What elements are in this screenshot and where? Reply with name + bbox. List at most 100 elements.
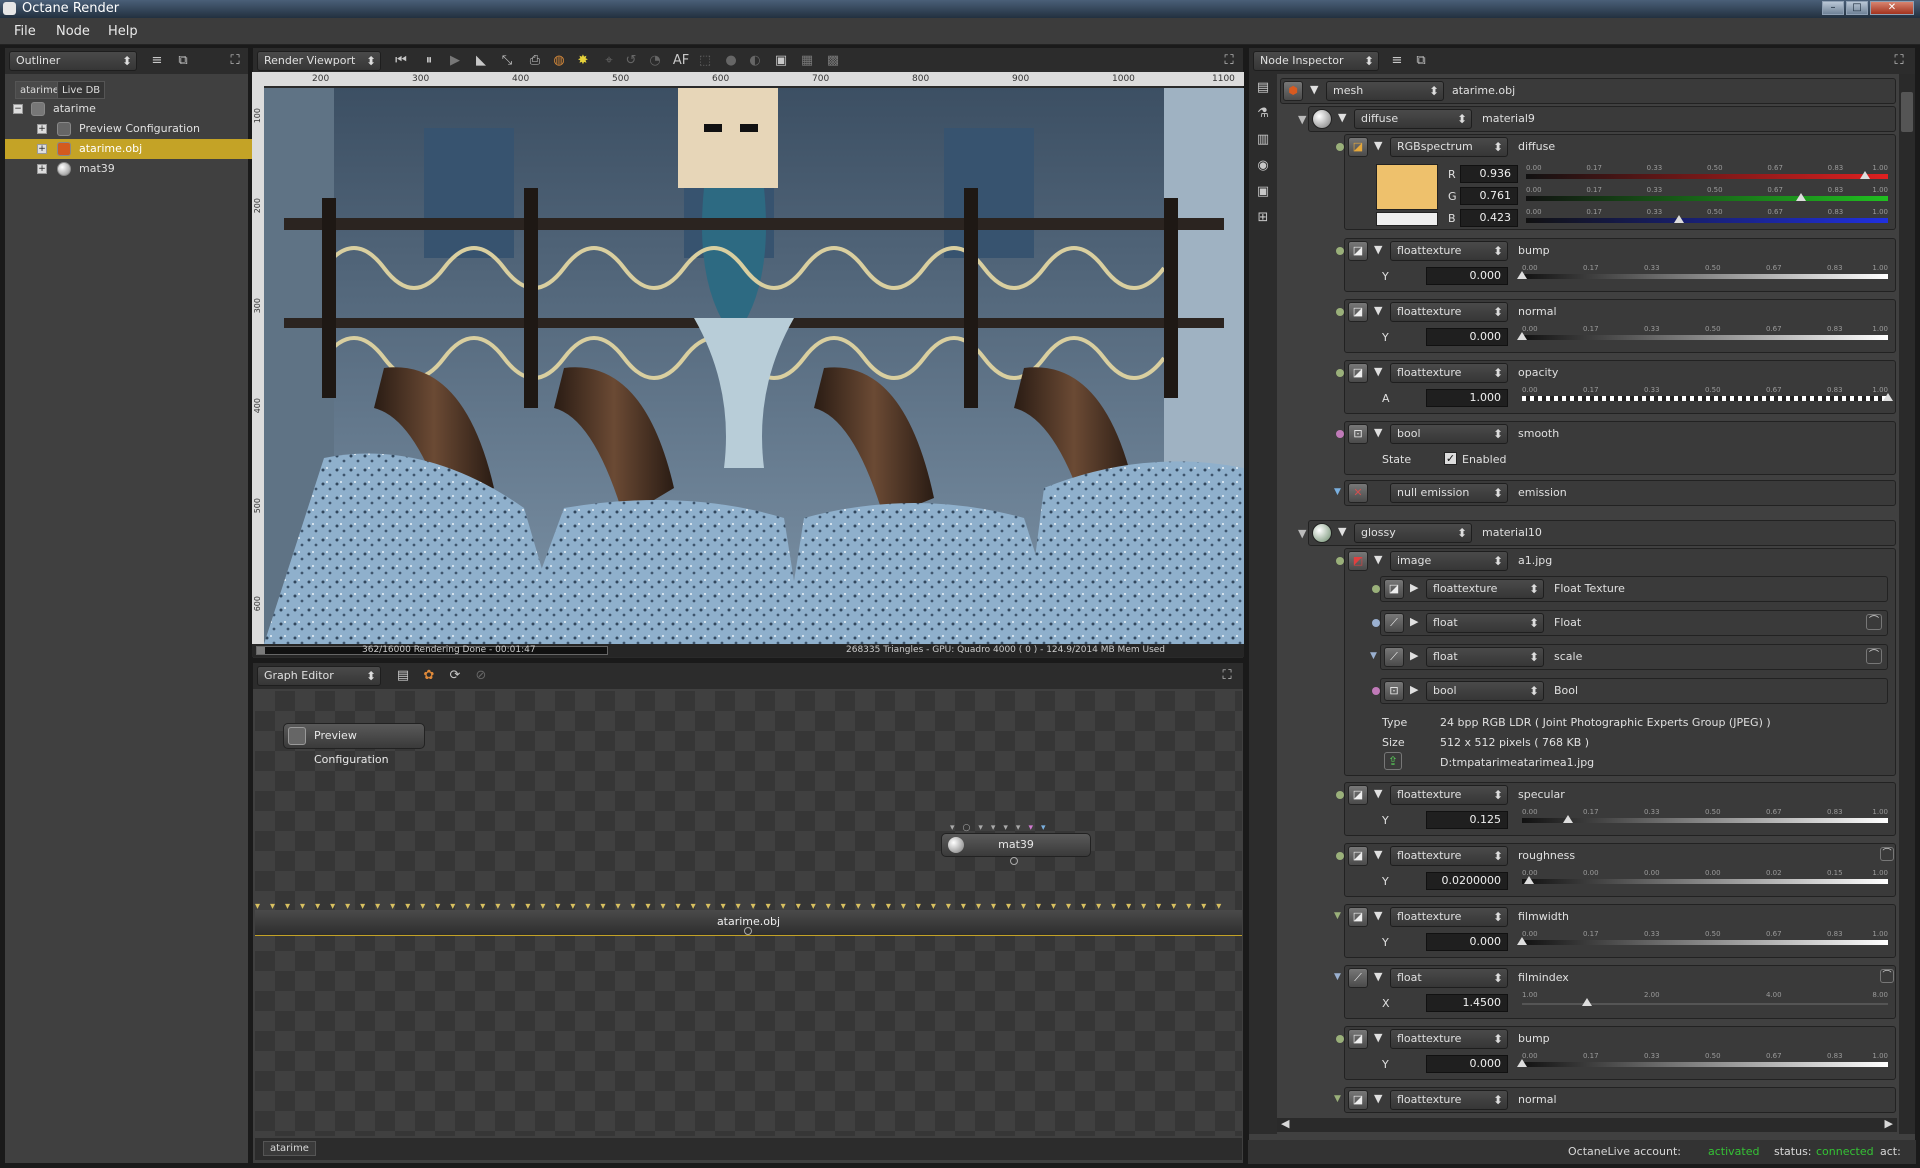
opacity-value-field[interactable]: 1.000 — [1426, 389, 1508, 407]
filmwidth-slider[interactable]: 0.00 0.17 0.33 0.50 0.67 0.83 1.00 — [1517, 930, 1888, 948]
expanded-triangle-icon[interactable]: ▼ — [1338, 525, 1346, 538]
rgb-type-select[interactable]: RGBspectrum — [1390, 137, 1508, 157]
expanded-triangle-icon[interactable]: ▼ — [1374, 243, 1382, 256]
filmindex-row[interactable]: ▼ ⟋ ▼ float filmindex ⌒ X 1.4500 1.00 2.00 4.00 8.0… — [1276, 963, 1896, 1021]
expanded-triangle-icon[interactable]: ▼ — [1374, 304, 1382, 317]
expanded-triangle-icon[interactable]: ▼ — [1310, 83, 1318, 96]
menu-help[interactable]: Help — [108, 24, 138, 39]
expanded-triangle-icon[interactable]: ▼ — [1374, 1092, 1382, 1105]
material-picker-icon[interactable]: ◍ — [549, 51, 569, 71]
pause-render-icon[interactable]: ⏸ — [419, 51, 439, 71]
filmindex-slider[interactable]: 1.00 2.00 4.00 8.00 — [1522, 991, 1888, 1009]
expanded-triangle-icon[interactable]: ▼ — [1374, 426, 1382, 439]
r-slider[interactable]: 0.00 0.17 0.33 0.50 0.67 0.83 1.00 — [1526, 164, 1888, 182]
image-tool-icon[interactable]: ▣ — [1253, 182, 1273, 202]
g-value-field[interactable]: 0.761 — [1460, 187, 1518, 205]
curve-icon[interactable]: ⌒ — [1866, 614, 1882, 630]
b-slider[interactable]: 0.00 0.17 0.33 0.50 0.67 0.83 1.00 — [1526, 208, 1888, 226]
collapsed-triangle-icon[interactable]: ▶ — [1410, 683, 1418, 696]
start-render-icon[interactable]: ▶ — [445, 51, 465, 71]
bump2-value-field[interactable]: 0.000 — [1426, 1055, 1508, 1073]
save-render-icon[interactable]: ⎙ — [525, 51, 545, 71]
mesh-row[interactable]: ⬢ ▼ mesh atarime.obj — [1276, 76, 1896, 104]
b-value-field[interactable]: 0.423 — [1460, 209, 1518, 227]
filmindex-type-select[interactable]: float — [1390, 968, 1508, 988]
material10-row[interactable]: ▼ ▼ glossy material10 — [1276, 518, 1896, 546]
curve-icon[interactable]: ⌒ — [1880, 969, 1894, 983]
specular-type-select[interactable]: floattexture — [1390, 785, 1508, 805]
bump2-slider[interactable]: 0.00 0.17 0.33 0.50 0.67 0.83 1.00 — [1517, 1052, 1888, 1070]
b-slider-thumb[interactable] — [1674, 215, 1685, 223]
sub-type-select[interactable]: floattexture — [1426, 579, 1544, 599]
material10-type-select[interactable]: glossy — [1354, 523, 1472, 543]
texture-tool-icon[interactable]: ▥ — [1253, 130, 1273, 150]
inspector-panel-select[interactable]: Node Inspector — [1253, 51, 1379, 71]
sub-type-select[interactable]: float — [1426, 647, 1544, 667]
enabled-checkbox[interactable]: ✓ — [1444, 452, 1457, 465]
bump-type-select[interactable]: floattexture — [1390, 241, 1508, 261]
image-sub-float[interactable]: ⟋ ▶ float Float ⌒ — [1276, 608, 1896, 636]
expand-icon[interactable]: + — [37, 144, 47, 154]
image-sub-floattexture[interactable]: ◪ ▶ floattexture Float Texture — [1276, 574, 1896, 602]
tab-live-db[interactable]: Live DB — [57, 81, 106, 99]
specular-value-field[interactable]: 0.125 — [1426, 811, 1508, 829]
slider-thumb[interactable] — [1524, 876, 1535, 884]
tree-item-mat39[interactable]: + mat39 — [5, 159, 252, 179]
emission-row[interactable]: ▼ ✕ null emission emission — [1276, 478, 1896, 506]
fullscreen-icon[interactable]: ⛶ — [1889, 51, 1909, 71]
autofocus-button[interactable]: AF — [671, 51, 691, 71]
zoom-fit-icon[interactable]: ⤡ — [497, 51, 517, 71]
grid-icon[interactable]: ▦ — [797, 51, 817, 71]
collapse-all-icon[interactable]: ≡ — [1387, 51, 1407, 71]
graph-node-mat39[interactable]: mat39 — [941, 833, 1091, 857]
sub-type-select[interactable]: float — [1426, 613, 1544, 633]
render-image[interactable] — [264, 88, 1244, 644]
slider-thumb[interactable] — [1517, 1059, 1527, 1067]
opacity-type-select[interactable]: floattexture — [1390, 363, 1508, 383]
collapsed-triangle-icon[interactable]: ▶ — [1410, 649, 1418, 662]
specular-row[interactable]: ◪ ▼ floattexture specular Y 0.125 0.00 0.17 0.33… — [1276, 780, 1896, 838]
sphere-render-icon[interactable]: ● — [721, 51, 741, 71]
expanded-triangle-icon[interactable]: ▼ — [1374, 909, 1382, 922]
expanded-triangle-icon[interactable]: ▼ — [1374, 848, 1382, 861]
inspector-scrollbar[interactable] — [1899, 74, 1915, 1134]
color-swatch[interactable] — [1376, 164, 1438, 210]
fullscreen-icon[interactable]: ⛶ — [225, 51, 245, 71]
sub-type-select[interactable]: bool — [1426, 681, 1544, 701]
normal-value-field[interactable]: 0.000 — [1426, 328, 1508, 346]
expanded-triangle-icon[interactable]: ▼ — [1374, 1031, 1382, 1044]
tree-item-preview-configuration[interactable]: + Preview Configuration — [5, 119, 252, 139]
r-slider-thumb[interactable] — [1859, 171, 1870, 179]
menu-node[interactable]: Node — [56, 24, 90, 39]
slider-thumb[interactable] — [1883, 393, 1893, 401]
slider-thumb[interactable] — [1517, 271, 1527, 279]
slider-thumb[interactable] — [1582, 998, 1593, 1006]
fullscreen-icon[interactable]: ⛶ — [1217, 666, 1237, 686]
collapsed-triangle-icon[interactable]: ▶ — [1410, 615, 1418, 628]
close-button[interactable]: ✕ — [1870, 1, 1914, 15]
alpha-icon[interactable]: ▩ — [823, 51, 843, 71]
curve-icon[interactable]: ⌒ — [1866, 648, 1882, 664]
normal-row[interactable]: ◪▼floattexturenormalY0.0000.000.170.330.… — [1276, 297, 1896, 355]
load-image-icon[interactable]: ⇪ — [1384, 752, 1402, 770]
graph-layout-icon[interactable]: ▤ — [393, 666, 413, 686]
bump-value-field[interactable]: 0.000 — [1426, 267, 1508, 285]
material9-row[interactable]: ▼ ▼ diffuse material9 — [1276, 104, 1896, 132]
graph-refresh-icon[interactable]: ⟳ — [445, 666, 465, 686]
g-slider[interactable]: 0.00 0.17 0.33 0.50 0.67 0.83 1.00 — [1526, 186, 1888, 204]
roughness-slider[interactable]: 0.00 0.00 0.00 0.00 0.02 0.15 1.00 — [1522, 869, 1888, 887]
expand-icon[interactable]: + — [37, 164, 47, 174]
slider-thumb[interactable] — [1517, 332, 1527, 340]
bump2-type-select[interactable]: floattexture — [1390, 1029, 1508, 1049]
expanded-triangle-icon[interactable]: ▼ — [1374, 553, 1382, 566]
smooth-type-select[interactable]: bool — [1390, 424, 1508, 444]
viewport-panel-select[interactable]: Render Viewport — [257, 51, 381, 71]
kernel-tool-icon[interactable]: ⊞ — [1253, 208, 1273, 228]
clay-render-icon[interactable]: ◐ — [745, 51, 765, 71]
normal-type-select[interactable]: floattexture — [1390, 302, 1508, 322]
graph-panel-select[interactable]: Graph Editor — [257, 666, 381, 686]
graph-unlink-icon[interactable]: ⊘ — [471, 666, 491, 686]
normal-slider[interactable]: 0.00 0.17 0.33 0.50 0.67 0.83 1.00 — [1517, 325, 1888, 343]
scroll-thumb[interactable] — [1901, 92, 1913, 132]
bump-slider[interactable]: 0.00 0.17 0.33 0.50 0.67 0.83 1.00 — [1517, 264, 1888, 282]
